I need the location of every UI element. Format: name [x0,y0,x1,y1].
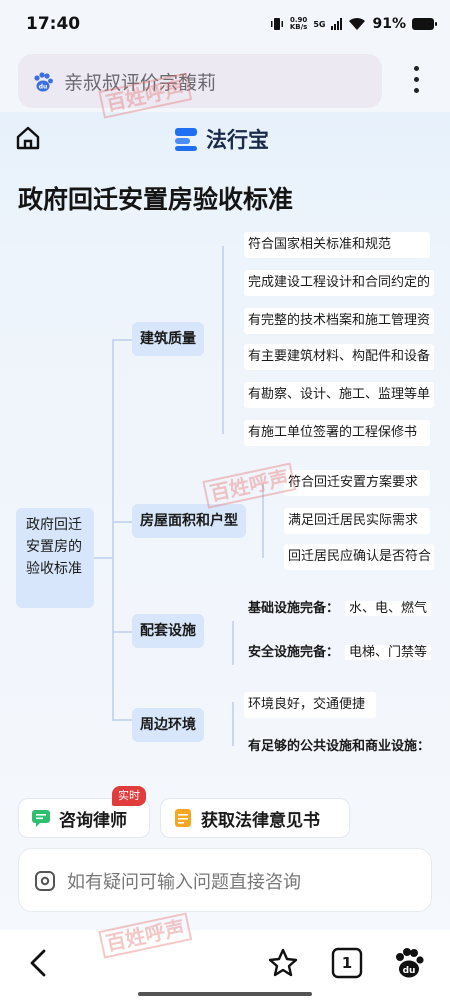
brand: 法行宝 [172,124,269,154]
branch-environment: 周边环境 [132,708,204,742]
brand-name: 法行宝 [206,128,269,152]
connector [232,621,234,665]
svg-text:du: du [403,966,416,976]
question-input[interactable]: 如有疑问可输入问题直接咨询 [18,848,432,912]
ai-chat-icon [35,871,55,891]
connector [112,521,132,523]
leaf: 基础设施完备： 水、电、燃气 [244,596,434,622]
leaf: 有足够的公共设施和商业设施： [248,739,431,754]
leaf: 回迁居民应确认是否符合 [284,544,434,570]
more-menu-icon[interactable] [414,66,420,93]
net-speed: 0.90 KB/s [289,16,308,31]
leaf: 符合回迁安置方案要求 [284,470,430,496]
svg-text:du: du [39,84,48,91]
page-content: 法行宝 政府回迁安置房验收标准 政府回迁安置房的验收标准 建筑质量 符合国家相关… [0,112,450,930]
realtime-badge: 实时 [112,786,146,806]
baidu-icon[interactable]: du [392,946,426,980]
connector [222,246,224,434]
tabs-button[interactable]: 1 [330,946,364,980]
bookmark-star-icon[interactable] [266,946,300,980]
leaf: 符合国家相关标准和规范 [244,232,430,258]
network-type: 5G [313,19,326,29]
legal-opinion-label: 获取法律意见书 [201,810,320,831]
leaf: 有施工单位签署的工程保修书 [244,420,430,446]
connector [112,719,132,721]
bottom-nav: 1 du [0,930,450,1000]
leaf: 有主要建筑材料、构配件和设备 [244,344,434,370]
leaf: 满足回迁居民实际需求 [284,508,430,534]
home-icon[interactable] [14,124,42,152]
branch-facilities: 配套设施 [132,614,204,648]
connector [112,339,114,719]
status-bar: 17:40 0.90 KB/s 5G 91% [0,0,450,50]
leaf: 安全设施完备： 电梯、门禁等 [244,640,434,666]
status-time: 17:40 [26,14,81,34]
search-box[interactable]: du 亲叔叔评价宗馥莉 [18,54,382,108]
legal-opinion-button[interactable]: 获取法律意见书 [160,798,350,838]
mindmap-root: 政府回迁安置房的验收标准 [16,508,94,608]
leaf: 环境良好，交通便捷 [244,692,376,718]
connector [112,339,132,341]
page-title: 政府回迁安置房验收标准 [18,185,294,214]
leaf: 有完整的技术档案和施工管理资 [244,308,434,334]
back-icon[interactable] [22,946,56,980]
leaf: 有勘察、设计、施工、监理等单 [244,382,434,408]
branch-area-layout: 房屋面积和户型 [132,504,246,538]
connector [232,702,234,746]
status-icons: 0.90 KB/s 5G 91% [270,16,437,32]
baidu-paw-icon: du [34,72,53,92]
branch-building-quality: 建筑质量 [132,322,204,356]
connector [112,631,132,633]
fxb-logo-icon [175,128,197,151]
question-placeholder: 如有疑问可输入问题直接咨询 [67,872,301,893]
leaf: 完成建设工程设计和合同约定的 [244,270,434,296]
consult-lawyer-label: 咨询律师 [59,810,127,831]
connector [94,557,112,559]
chat-icon [32,810,50,827]
document-icon [175,809,191,827]
battery-icon [412,18,437,30]
wifi-icon [349,17,366,30]
signal-icon [331,18,343,30]
home-indicator [138,992,312,996]
battery-percent: 91% [372,16,406,32]
tabs-count: 1 [341,954,353,972]
browser-bar: du 亲叔叔评价宗馥莉 [0,50,450,112]
vibrate-icon [270,18,283,30]
